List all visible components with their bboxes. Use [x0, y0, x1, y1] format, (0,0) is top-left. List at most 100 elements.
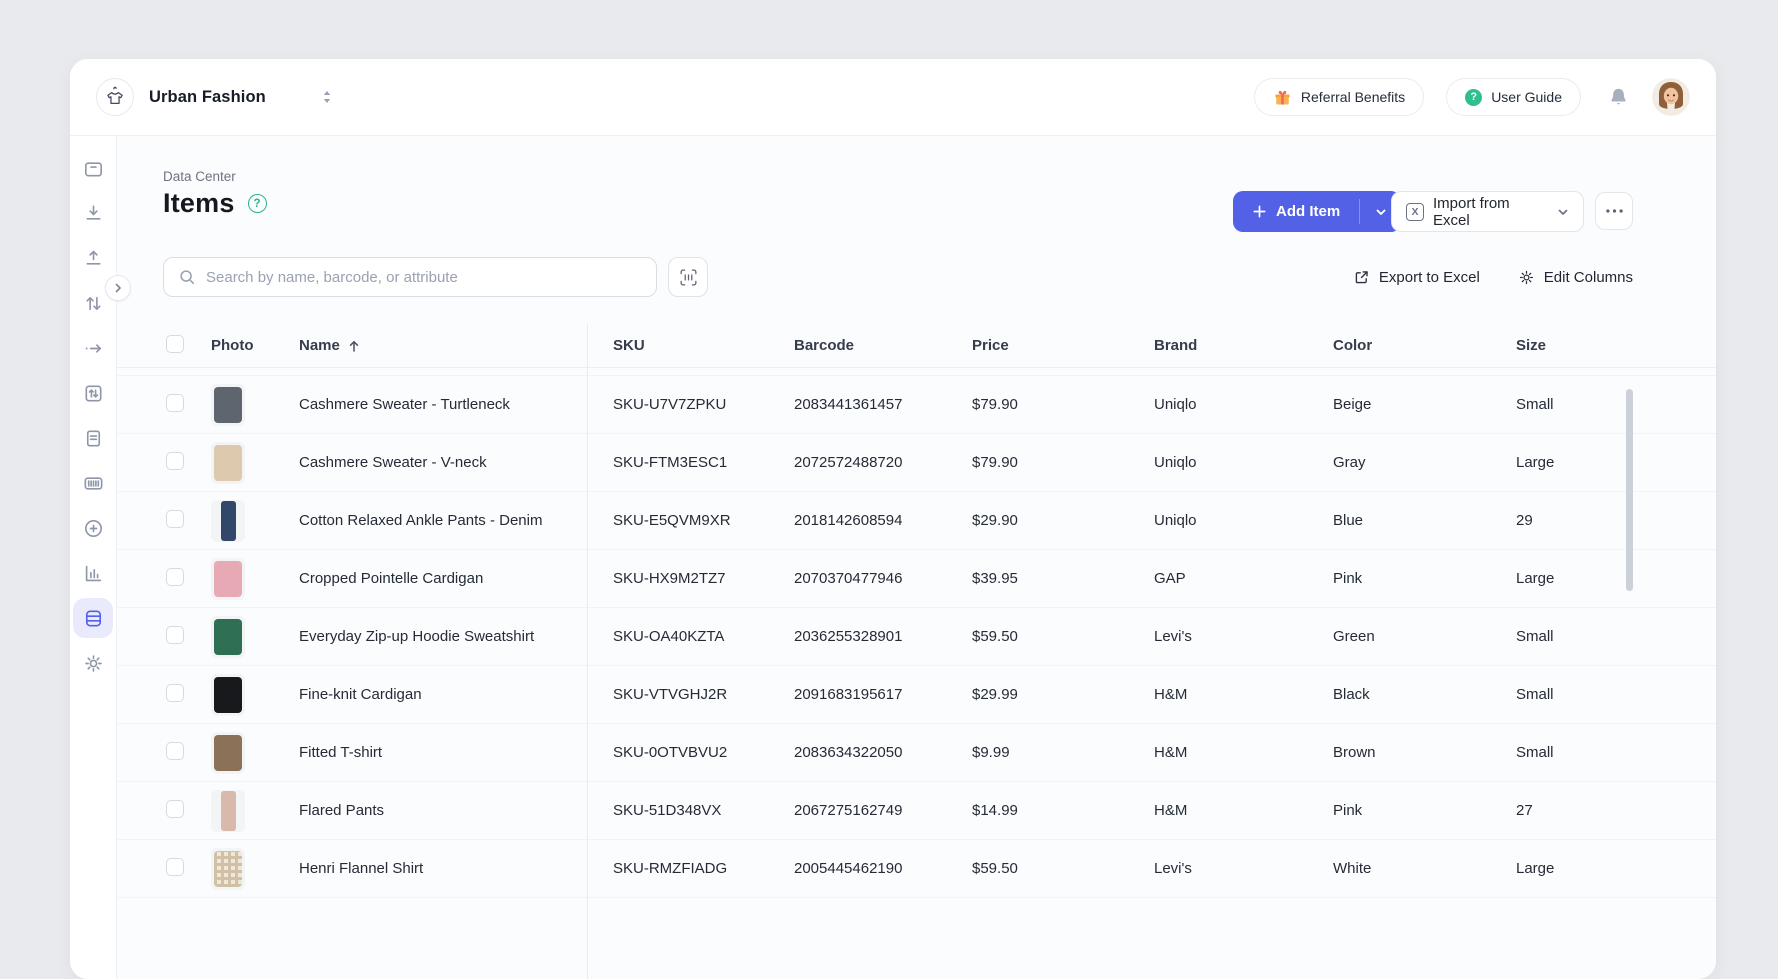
item-color: Brown [1333, 744, 1516, 761]
column-header-sku[interactable]: SKU [587, 337, 794, 354]
edit-columns-button[interactable]: Edit Columns [1518, 269, 1633, 286]
item-price: $59.50 [972, 860, 1154, 877]
frozen-column-divider [587, 324, 588, 979]
item-sku: SKU-RMZFIADG [587, 860, 794, 877]
item-size: 27 [1516, 802, 1716, 819]
row-checkbox[interactable] [166, 626, 184, 644]
table-row[interactable]: Fine-knit CardiganSKU-VTVGHJ2R2091683195… [117, 666, 1716, 724]
item-sku: SKU-VTVGHJ2R [587, 686, 794, 703]
item-color: Black [1333, 686, 1516, 703]
item-photo [211, 442, 245, 484]
sidebar-item-settings[interactable] [73, 643, 113, 683]
row-checkbox[interactable] [166, 858, 184, 876]
item-barcode: 2083634322050 [794, 744, 972, 761]
item-sku: SKU-HX9M2TZ7 [587, 570, 794, 587]
sidebar-item-move-out[interactable] [73, 328, 113, 368]
export-arrow-icon [1353, 269, 1370, 286]
sidebar-expand-button[interactable] [105, 275, 131, 301]
item-photo [211, 558, 245, 600]
referral-benefits-label: Referral Benefits [1301, 89, 1405, 105]
column-header-color[interactable]: Color [1333, 337, 1516, 354]
breadcrumb: Data Center [163, 169, 236, 184]
stock-adjust-icon [82, 382, 105, 405]
column-header-brand[interactable]: Brand [1154, 337, 1333, 354]
item-name: Cotton Relaxed Ankle Pants - Denim [299, 512, 587, 529]
table-row[interactable]: Cotton Relaxed Ankle Pants - DenimSKU-E5… [117, 492, 1716, 550]
page-title: Items [163, 188, 235, 219]
workspace-switcher[interactable] [322, 90, 332, 104]
row-checkbox[interactable] [166, 684, 184, 702]
column-header-barcode[interactable]: Barcode [794, 337, 972, 354]
sidebar-item-analytics[interactable] [73, 553, 113, 593]
item-photo-cell [203, 500, 299, 542]
table-row[interactable]: Henri Flannel ShirtSKU-RMZFIADG200544546… [117, 840, 1716, 898]
table-row[interactable]: Fitted T-shirtSKU-0OTVBVU22083634322050$… [117, 724, 1716, 782]
table-row[interactable]: Flared PantsSKU-51D348VX2067275162749$14… [117, 782, 1716, 840]
sidebar-item-package[interactable] [73, 148, 113, 188]
table-row[interactable]: Everyday Zip-up Hoodie SweatshirtSKU-OA4… [117, 608, 1716, 666]
plus-icon [1252, 204, 1267, 219]
item-photo-cell [203, 732, 299, 774]
row-checkbox[interactable] [166, 800, 184, 818]
column-header-name[interactable]: Name [299, 337, 587, 354]
item-color: Pink [1333, 802, 1516, 819]
item-size: Large [1516, 570, 1716, 587]
user-guide-label: User Guide [1491, 89, 1562, 105]
user-guide-button[interactable]: ? User Guide [1446, 78, 1581, 116]
column-header-size[interactable]: Size [1516, 337, 1716, 354]
sidebar-item-document[interactable] [73, 418, 113, 458]
referral-benefits-button[interactable]: Referral Benefits [1254, 78, 1424, 116]
add-item-button[interactable]: Add Item [1233, 191, 1401, 232]
item-photo [211, 674, 245, 716]
row-checkbox[interactable] [166, 568, 184, 586]
column-header-photo: Photo [203, 337, 299, 354]
item-color: White [1333, 860, 1516, 877]
sidebar-item-barcode[interactable] [73, 463, 113, 503]
item-color: Blue [1333, 512, 1516, 529]
item-name: Henri Flannel Shirt [299, 860, 587, 877]
sidebar-item-data-center[interactable] [73, 598, 113, 638]
item-sku: SKU-OA40KZTA [587, 628, 794, 645]
barcode-scan-button[interactable] [668, 257, 708, 297]
item-photo [211, 500, 245, 542]
sidebar-item-upload[interactable] [73, 238, 113, 278]
table-row[interactable]: Cropped Pointelle CardiganSKU-HX9M2TZ720… [117, 550, 1716, 608]
export-to-excel-button[interactable]: Export to Excel [1353, 269, 1480, 286]
chevron-right-icon [112, 282, 124, 294]
sort-ascending-icon [347, 339, 361, 353]
item-price: $79.90 [972, 454, 1154, 471]
row-checkbox[interactable] [166, 394, 184, 412]
select-all-checkbox[interactable] [166, 335, 184, 353]
sidebar-item-stock-adjust[interactable] [73, 373, 113, 413]
import-from-excel-button[interactable]: X Import from Excel [1391, 191, 1584, 232]
app-window: Urban Fashion Referral Benefits [70, 59, 1716, 979]
column-header-price[interactable]: Price [972, 337, 1154, 354]
settings-icon [82, 652, 105, 675]
table-row[interactable]: Cashmere Sweater - V-neckSKU-FTM3ESC1207… [117, 434, 1716, 492]
user-avatar[interactable] [1652, 78, 1690, 116]
sidebar-item-import-download[interactable] [73, 193, 113, 233]
app-header: Urban Fashion Referral Benefits [70, 59, 1716, 136]
row-checkbox[interactable] [166, 742, 184, 760]
table-scrollbar[interactable] [1626, 389, 1633, 591]
item-size: Large [1516, 454, 1716, 471]
help-icon[interactable]: ? [248, 194, 267, 213]
sidebar-item-add-circle[interactable] [73, 508, 113, 548]
item-price: $29.90 [972, 512, 1154, 529]
row-checkbox[interactable] [166, 510, 184, 528]
item-photo-cell [203, 558, 299, 600]
notifications-bell[interactable] [1607, 86, 1630, 109]
chevron-down-icon [1375, 206, 1387, 218]
search-input[interactable] [206, 269, 642, 286]
item-barcode: 2036255328901 [794, 628, 972, 645]
table-header-spacer [117, 368, 1716, 376]
table-row[interactable]: Cashmere Sweater - TurtleneckSKU-U7V7ZPK… [117, 376, 1716, 434]
item-brand: Levi's [1154, 860, 1333, 877]
item-brand: GAP [1154, 570, 1333, 587]
excel-icon: X [1406, 203, 1424, 221]
item-photo [211, 616, 245, 658]
more-actions-button[interactable] [1595, 192, 1633, 230]
item-color: Gray [1333, 454, 1516, 471]
item-barcode: 2083441361457 [794, 396, 972, 413]
row-checkbox[interactable] [166, 452, 184, 470]
